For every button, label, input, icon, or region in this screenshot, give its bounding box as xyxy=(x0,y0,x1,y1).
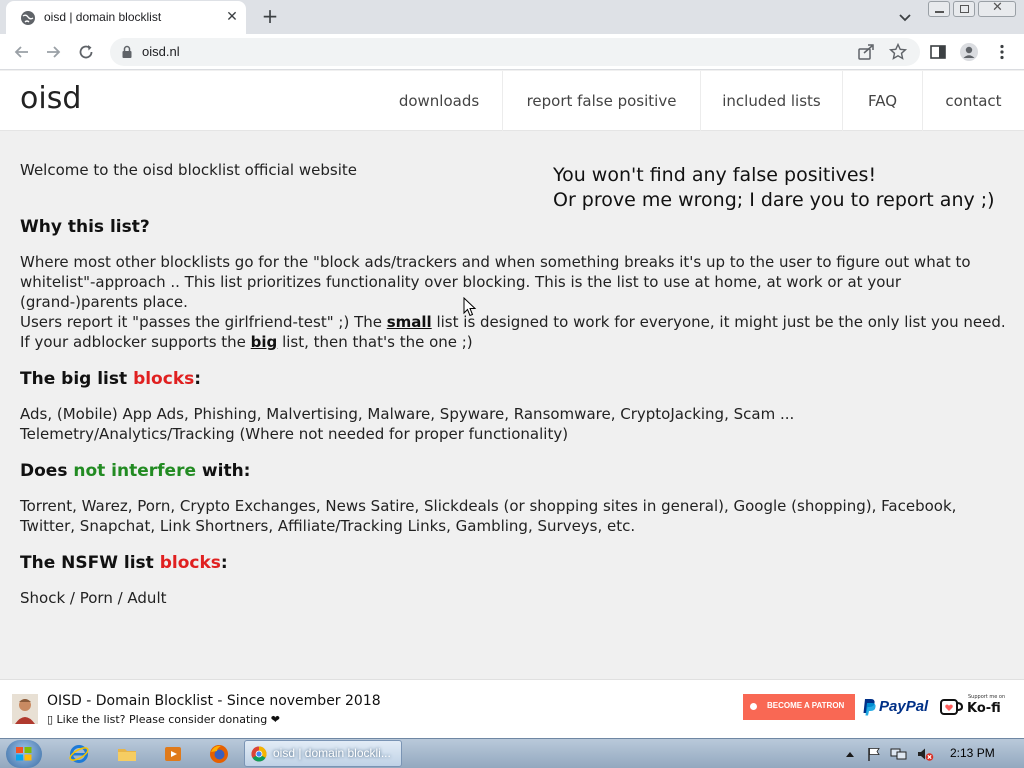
text-segment: list, then that's the one ;) xyxy=(277,333,473,351)
footer-subtitle: ▯ Like the list? Please consider donatin… xyxy=(47,713,280,726)
site-footer: OISD - Domain Blocklist - Since november… xyxy=(0,679,1024,738)
url-text: oisd.nl xyxy=(142,44,180,59)
file-explorer-icon[interactable] xyxy=(116,743,138,765)
heading-segment: The big list xyxy=(20,369,134,389)
share-icon[interactable] xyxy=(856,42,876,62)
globe-icon xyxy=(21,11,35,25)
browser-toolbar: oisd.nl xyxy=(0,34,1024,70)
kofi-label: Ko-fi xyxy=(967,701,1001,716)
tab-strip: oisd | domain blocklist ✕ + ✕ xyxy=(0,0,1024,34)
forward-icon[interactable] xyxy=(43,42,63,62)
why-paragraph-line-1: Where most other blocklists go for the "… xyxy=(20,253,971,271)
taskbar-clock[interactable]: 2:13 PM xyxy=(950,746,995,760)
not-interfere-line-1: Torrent, Warez, Porn, Crypto Exchanges, … xyxy=(20,497,957,515)
nav-downloads[interactable]: downloads xyxy=(376,71,502,131)
blocks-word: blocks xyxy=(159,553,221,573)
network-icon[interactable] xyxy=(890,746,908,762)
close-tab-icon[interactable]: ✕ xyxy=(224,9,240,25)
big-list-line-1: Ads, (Mobile) App Ads, Phishing, Malvert… xyxy=(20,405,795,423)
taskbar: oisd | domain blockli... 2:13 PM xyxy=(0,738,1024,768)
heading-segment: Does xyxy=(20,461,74,481)
why-paragraph-line-4: Users report it "passes the girlfriend-t… xyxy=(20,313,1006,331)
patreon-label: BECOME A PATRON xyxy=(767,701,845,710)
why-paragraph-line-3: (grand-)parents place. xyxy=(20,293,188,311)
not-interfere-word: not interfere xyxy=(73,461,196,481)
kofi-small-label: Support me on xyxy=(968,694,1006,700)
show-hidden-icons-icon[interactable] xyxy=(845,750,855,758)
nav-report-false-positive[interactable]: report false positive xyxy=(502,71,700,131)
text-segment: list is designed to work for everyone, i… xyxy=(431,313,1006,331)
reload-icon[interactable] xyxy=(76,42,96,62)
nsfw-line-1: Shock / Porn / Adult xyxy=(20,589,167,607)
mouse-cursor-icon xyxy=(463,297,477,317)
why-heading: Why this list? xyxy=(20,217,150,237)
tab-title: oisd | domain blocklist xyxy=(44,10,162,24)
site-logo[interactable]: oisd xyxy=(20,81,81,116)
blocks-word: blocks xyxy=(133,369,195,389)
heading-segment: The NSFW list xyxy=(20,553,160,573)
star-icon[interactable] xyxy=(888,42,908,62)
nav-contact[interactable]: contact xyxy=(922,71,1024,131)
browser-tab[interactable]: oisd | domain blocklist ✕ xyxy=(6,1,246,34)
volume-muted-icon[interactable] xyxy=(916,746,934,762)
side-panel-icon[interactable] xyxy=(928,42,948,62)
patreon-icon xyxy=(750,703,757,710)
not-interfere-line-2: Twitter, Snapchat, Link Shortners, Affil… xyxy=(20,517,636,535)
address-bar[interactable]: oisd.nl xyxy=(110,38,920,66)
restore-button[interactable] xyxy=(953,1,975,17)
internet-explorer-icon[interactable] xyxy=(68,743,90,765)
profile-icon[interactable] xyxy=(959,42,979,62)
heading-segment: : xyxy=(220,553,228,573)
text-segment: Users report it "passes the girlfriend-t… xyxy=(20,313,387,331)
firefox-icon[interactable] xyxy=(208,743,230,765)
big-list-heading: The big list blocks: xyxy=(20,369,201,389)
menu-icon[interactable] xyxy=(992,42,1012,62)
chrome-icon xyxy=(251,746,267,762)
patreon-button[interactable]: BECOME A PATRON xyxy=(743,694,855,720)
coffee-cup-icon xyxy=(940,699,964,715)
tagline-line-1: You won't find any false positives! xyxy=(553,164,877,186)
nsfw-heading: The NSFW list blocks: xyxy=(20,553,228,573)
minimize-button[interactable] xyxy=(928,1,950,17)
tagline-line-2: Or prove me wrong; I dare you to report … xyxy=(553,189,995,211)
paypal-button[interactable]: PayPal xyxy=(862,696,928,720)
big-list-line-2: Telemetry/Analytics/Tracking (Where not … xyxy=(20,425,569,443)
close-window-button[interactable]: ✕ xyxy=(978,0,1016,17)
heading-segment: : xyxy=(194,369,202,389)
heading-segment: with: xyxy=(196,461,251,481)
chevron-down-icon[interactable] xyxy=(896,8,914,26)
paypal-label: PayPal xyxy=(879,698,929,715)
big-list-link[interactable]: big xyxy=(251,333,278,351)
nav-included-lists[interactable]: included lists xyxy=(700,71,842,131)
new-tab-button[interactable]: + xyxy=(258,6,282,28)
windows-logo-icon xyxy=(16,747,32,761)
lock-icon xyxy=(122,45,132,58)
kofi-button[interactable]: Support me on Ko-fi xyxy=(938,694,1006,722)
avatar xyxy=(12,694,38,724)
footer-title: OISD - Domain Blocklist - Since november… xyxy=(47,693,381,709)
taskbar-chrome-window[interactable]: oisd | domain blockli... xyxy=(244,740,402,767)
media-player-icon[interactable] xyxy=(162,743,184,765)
nav-faq[interactable]: FAQ xyxy=(842,71,922,131)
text-segment: If your adblocker supports the xyxy=(20,333,251,351)
back-icon[interactable] xyxy=(12,42,32,62)
small-list-link[interactable]: small xyxy=(387,313,432,331)
web-page: oisd downloads report false positive inc… xyxy=(0,71,1024,738)
not-interfere-heading: Does not interfere with: xyxy=(20,461,250,481)
taskbar-chrome-label: oisd | domain blockli... xyxy=(273,746,391,760)
why-paragraph-line-2: whitelist"-approach .. This list priorit… xyxy=(20,273,902,291)
start-button[interactable] xyxy=(6,740,42,768)
action-center-flag-icon[interactable] xyxy=(866,746,882,762)
paypal-icon xyxy=(863,699,876,716)
why-paragraph-line-5: If your adblocker supports the big list,… xyxy=(20,333,473,351)
site-header: oisd downloads report false positive inc… xyxy=(0,71,1024,131)
welcome-text: Welcome to the oisd blocklist official w… xyxy=(20,161,357,179)
